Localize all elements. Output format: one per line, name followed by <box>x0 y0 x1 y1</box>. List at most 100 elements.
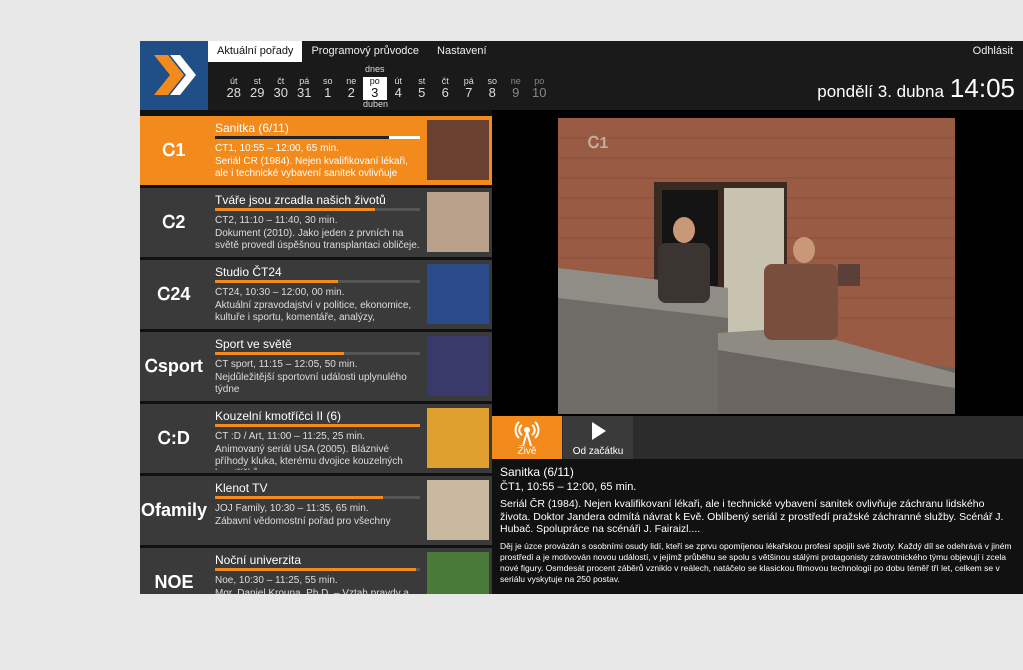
day-number: 6 <box>441 85 449 100</box>
video-image: Ꮯ1 <box>558 118 955 414</box>
progress-bar <box>215 208 420 211</box>
program-thumbnail <box>427 552 489 594</box>
channel-logo: Ꮯ:D <box>158 428 190 448</box>
double-chevron-icon <box>154 55 196 95</box>
progress-fill <box>215 568 416 571</box>
progress-fill <box>215 208 375 211</box>
day-number: 9 <box>512 85 520 100</box>
program-title: Sport ve světě <box>215 337 292 351</box>
day-2[interactable]: ne 2 <box>340 63 364 109</box>
from-start-label: Od začátku <box>572 446 624 457</box>
channel-logo: Ofamily <box>140 500 208 520</box>
channel-logo: Ꮯ24 <box>157 284 191 304</box>
app-logo[interactable] <box>140 41 208 110</box>
progress-bar <box>215 424 420 427</box>
program-description: Nejdůležitější sportovní události uplynu… <box>215 372 407 395</box>
program-meta: ČT :D / Art, 11:00 – 11:25, 25 min. <box>215 431 366 442</box>
day-number: 29 <box>250 85 265 100</box>
day-3[interactable]: dnes po 3 duben <box>363 63 389 109</box>
channel-logo: NOE <box>154 572 194 592</box>
program-meta: Noe, 10:30 – 11:25, 55 min. <box>215 575 338 586</box>
program-description: Animovaný seriál USA (2005). Bláznivé př… <box>215 444 403 470</box>
channel-row[interactable]: Ꮯ:D Kouzelní kmotříčci II (6) ČT :D / Art,… <box>140 404 492 473</box>
channel-logo: Ꮯsport <box>145 356 203 376</box>
channel-row[interactable]: Ꮯsport Sport ve světě ČT sport, 11:15 – 12… <box>140 332 492 401</box>
current-date: pondělí 3. dubna <box>817 82 944 101</box>
day-7[interactable]: pá 7 <box>457 63 481 109</box>
tab-program-guide[interactable]: Programový průvodce <box>302 41 428 62</box>
day-31[interactable]: pá 31 <box>293 63 317 109</box>
current-datetime: pondělí 3. dubna 14:05 <box>817 73 1015 104</box>
day-number: 31 <box>297 85 312 100</box>
day-1[interactable]: so 1 <box>316 63 340 109</box>
channel-watermark: Ꮯ1 <box>588 135 608 152</box>
progress-fill <box>215 136 390 139</box>
program-thumbnail <box>427 120 489 180</box>
program-description: Seriál ČR (1984). Nejen kvalifikovaní lé… <box>500 498 1004 535</box>
program-title: Tváře jsou zrcadla našich životů <box>215 193 386 207</box>
day-6[interactable]: čt 6 <box>434 63 458 109</box>
program-description: Mgr. Daniel Krouna, Ph.D. – Vztah pravdy… <box>215 588 409 594</box>
player-controls: Živě Od začátku <box>492 416 1023 459</box>
channel-row[interactable]: Ꮯ2 Tváře jsou zrcadla našich životů ČT2, 1… <box>140 188 492 257</box>
day-29[interactable]: st 29 <box>246 63 270 109</box>
program-title: Sanitka (6/11) <box>215 121 289 135</box>
from-start-button[interactable]: Od začátku <box>563 416 633 459</box>
day-number: 30 <box>273 85 288 100</box>
live-label: Živě <box>517 446 537 457</box>
program-thumbnail <box>427 480 489 540</box>
program-thumbnail <box>427 192 489 252</box>
day-8[interactable]: so 8 <box>481 63 505 109</box>
month-label: duben <box>363 99 389 109</box>
program-meta: ČT1, 10:55 – 12:00, 65 min. <box>500 481 637 493</box>
program-long-description: Děj je úzce provázán s osobními osudy li… <box>500 540 1012 584</box>
program-meta: ČT1, 10:55 – 12:00, 65 min. <box>215 143 339 154</box>
today-label: dnes <box>364 64 385 74</box>
channel-logo: Ꮯ1 <box>162 140 186 160</box>
progress-fill <box>215 496 384 499</box>
play-icon <box>592 422 606 440</box>
program-description: Aktuální zpravodajství v politice, ekono… <box>215 300 412 323</box>
tab-settings[interactable]: Nastavení <box>428 41 496 62</box>
channel-row[interactable]: NOE Noční univerzita Noe, 10:30 – 11:25, 5… <box>140 548 492 594</box>
program-meta: ČT24, 10:30 – 12:00, 00 min. <box>215 287 345 298</box>
day-10[interactable]: po 10 <box>528 63 552 109</box>
program-title: Kouzelní kmotříčci II (6) <box>215 409 342 423</box>
live-button[interactable]: Živě <box>492 416 562 459</box>
progress-fill <box>215 424 420 427</box>
day-number: 3 <box>363 86 387 100</box>
day-number: 1 <box>324 85 332 100</box>
logout-link[interactable]: Odhlásit <box>973 45 1013 57</box>
progress-bar <box>215 136 420 139</box>
program-thumbnail <box>427 336 489 396</box>
day-number: 10 <box>532 85 547 100</box>
day-28[interactable]: út 28 <box>222 63 246 109</box>
program-description: Dokument (2010). Jako jeden z prvních na… <box>215 228 420 251</box>
program-title: Noční univerzita <box>215 553 302 567</box>
progress-bar <box>215 568 420 571</box>
program-title: Studio ČT24 <box>215 265 282 279</box>
channel-row[interactable]: Ꮯ1 Sanitka (6/11) ČT1, 10:55 – 12:00, 65 m… <box>140 116 492 185</box>
progress-bar <box>215 352 420 355</box>
video-player[interactable]: Ꮯ1 <box>492 110 1023 416</box>
day-9[interactable]: ne 9 <box>504 63 528 109</box>
program-thumbnail <box>427 264 489 324</box>
channel-row[interactable]: Ofamily Klenot TV JOJ Family, 10:30 – 11:3… <box>140 476 492 545</box>
channel-row[interactable]: Ꮯ24 Studio ČT24 ČT24, 10:30 – 12:00, 00 mi… <box>140 260 492 329</box>
tab-current-shows[interactable]: Aktuální pořady <box>208 41 303 62</box>
day-30[interactable]: čt 30 <box>269 63 293 109</box>
app-window: Aktuální pořady Programový průvodce Nast… <box>140 41 1023 594</box>
day-number: 8 <box>488 85 496 100</box>
day-number: 2 <box>347 85 355 100</box>
day-number: 5 <box>418 85 426 100</box>
program-title: Sanitka (6/11) <box>500 465 574 479</box>
program-description: Zábavní vědomostní pořad pro všechny <box>215 516 391 527</box>
day-number: 28 <box>226 85 241 100</box>
channel-list: Ꮯ1 Sanitka (6/11) ČT1, 10:55 – 12:00, 65 m… <box>140 116 492 594</box>
day-4[interactable]: út 4 <box>387 63 411 109</box>
progress-bar <box>215 496 420 499</box>
program-info: Sanitka (6/11) ČT1, 10:55 – 12:00, 65 mi… <box>492 459 1023 594</box>
video-frame[interactable]: Ꮯ1 <box>558 118 955 414</box>
progress-bar <box>215 280 420 283</box>
day-5[interactable]: st 5 <box>410 63 434 109</box>
